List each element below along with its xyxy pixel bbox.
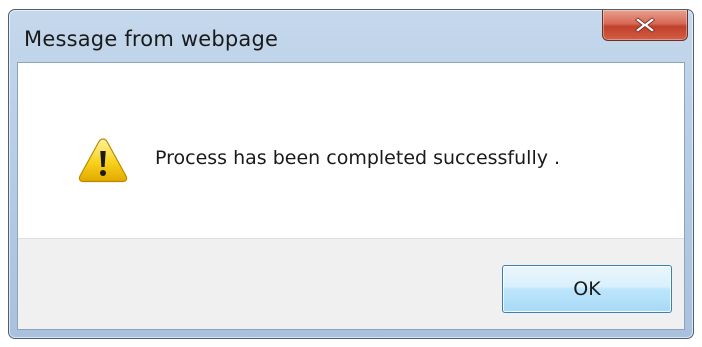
warning-icon xyxy=(78,138,128,183)
close-button[interactable] xyxy=(602,10,688,41)
dialog-title: Message from webpage xyxy=(24,27,279,51)
message-area: Process has been completed successfully … xyxy=(18,63,684,238)
button-bar: OK xyxy=(18,238,684,329)
message-dialog: Message from webpage Process has been co… xyxy=(8,9,694,339)
message-text: Process has been completed successfully … xyxy=(155,147,561,169)
dialog-body: Process has been completed successfully … xyxy=(17,62,685,330)
ok-button[interactable]: OK xyxy=(502,265,672,313)
title-bar[interactable]: Message from webpage xyxy=(9,10,693,62)
close-icon xyxy=(634,17,656,33)
